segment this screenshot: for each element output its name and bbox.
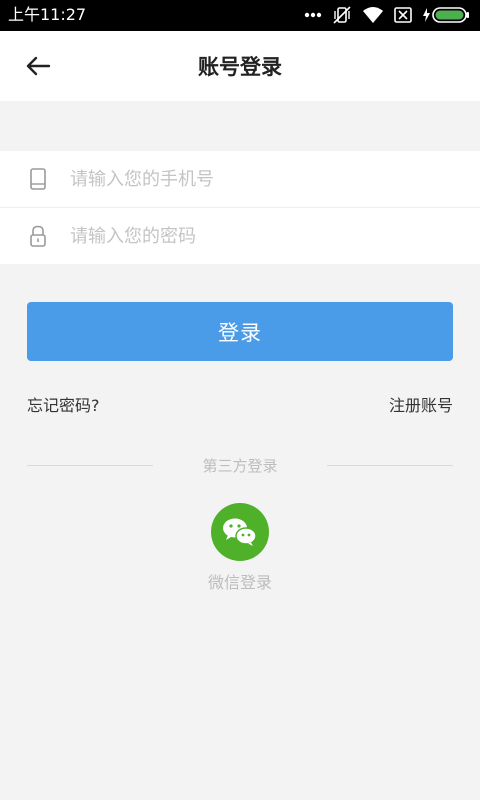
vibrate-muted-icon xyxy=(333,6,351,24)
wifi-icon xyxy=(363,7,383,23)
phone-row xyxy=(0,151,480,207)
login-form xyxy=(0,151,480,264)
phone-input[interactable] xyxy=(70,163,450,195)
lock-icon xyxy=(30,225,46,247)
wechat-login-button[interactable] xyxy=(211,503,269,561)
password-row xyxy=(0,208,480,264)
phone-icon xyxy=(30,168,46,190)
status-time: 上午11:27 xyxy=(8,5,87,24)
register-link[interactable]: 注册账号 xyxy=(389,394,453,418)
page-title: 账号登录 xyxy=(198,55,282,79)
third-party-label: 第三方登录 xyxy=(202,457,278,475)
wechat-login-label: 微信登录 xyxy=(207,573,272,592)
more-dots-icon xyxy=(304,12,322,18)
password-input[interactable] xyxy=(70,220,450,252)
app-header: 账号登录 xyxy=(0,31,480,101)
status-bar: 上午11:27 xyxy=(0,0,480,31)
forgot-password-link[interactable]: 忘记密码? xyxy=(27,394,100,418)
battery-charging-icon xyxy=(423,7,469,23)
no-sim-icon xyxy=(394,7,412,23)
login-button[interactable]: 登录 xyxy=(27,302,453,361)
status-icons xyxy=(304,5,470,25)
wechat-icon xyxy=(223,518,257,546)
